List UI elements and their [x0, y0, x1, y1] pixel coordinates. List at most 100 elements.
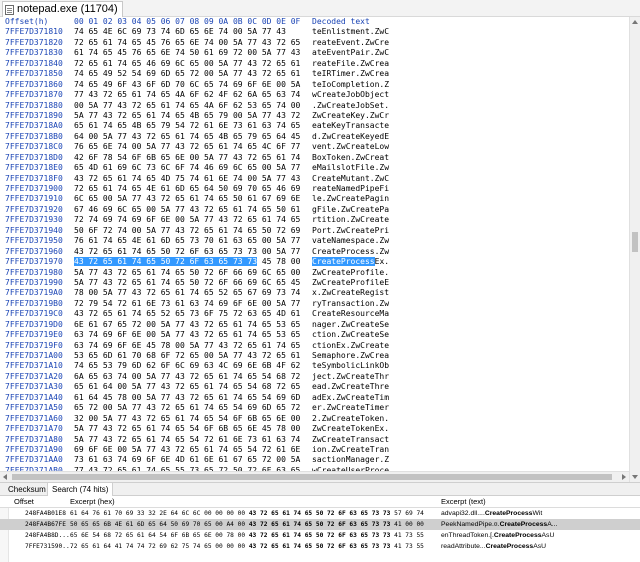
hex-row[interactable]: 7FFE7D371840 72 65 61 74 65 46 69 6C 65 0…: [0, 59, 629, 69]
results-header-excerpt-text[interactable]: Excerpt (text): [441, 496, 486, 508]
search-hit-text-highlight[interactable]: CreateProcess: [312, 257, 375, 267]
row-hex-bytes[interactable]: 6C 65 00 5A 77 43 72 65 61 74 65 50 61 6…: [74, 194, 300, 204]
row-decoded-text[interactable]: le.ZwCreatePagin: [312, 194, 389, 204]
row-decoded-text[interactable]: ead.ZwCreateThre: [312, 382, 389, 392]
hex-row[interactable]: 7FFE7D3718F0 43 72 65 61 74 65 4D 75 74 6…: [0, 174, 629, 184]
row-decoded-text[interactable]: ZwCreateTransact: [312, 435, 389, 445]
row-decoded-text[interactable]: er.ZwCreateTimer: [312, 403, 389, 413]
row-decoded-text[interactable]: x.ZwCreateRegist: [312, 288, 389, 298]
row-hex-bytes[interactable]: 77 43 72 65 61 74 65 4A 6F 62 4F 62 6A 6…: [74, 90, 300, 100]
row-hex-bytes[interactable]: 6A 65 63 74 00 5A 77 43 72 65 61 74 65 5…: [74, 372, 300, 382]
row-hex-bytes[interactable]: 5A 77 43 72 65 61 74 65 50 72 6F 66 69 6…: [74, 278, 300, 288]
hex-row[interactable]: 7FFE7D3719F0 63 74 69 6F 6E 45 78 00 5A 7…: [0, 341, 629, 351]
vertical-scroll-thumb[interactable]: [632, 232, 638, 252]
row-hex-bytes[interactable]: 43 72 65 61 74 65 50 72 6F 63 65 73 73 0…: [74, 247, 300, 257]
hex-row[interactable]: 7FFE7D371A60 32 00 5A 77 43 72 65 61 74 6…: [0, 414, 629, 424]
row-hex-bytes[interactable]: 69 6F 6E 00 5A 77 43 72 65 61 74 65 54 7…: [74, 445, 300, 455]
row-decoded-text[interactable]: teIoCompletion.Z: [312, 80, 389, 90]
hex-row[interactable]: 7FFE7D371A00 53 65 6D 61 70 68 6F 72 65 0…: [0, 351, 629, 361]
hex-row[interactable]: 7FFE7D371A50 65 72 00 5A 77 43 72 65 61 7…: [0, 403, 629, 413]
hex-row[interactable]: 7FFE7D3718C0 76 65 6E 74 00 5A 77 43 72 6…: [0, 142, 629, 152]
row-hex-bytes[interactable]: 78 00 5A 77 43 72 65 61 74 65 52 65 67 6…: [74, 288, 300, 298]
hex-row[interactable]: 7FFE7D371AA0 73 61 63 74 69 6F 6E 4D 61 6…: [0, 455, 629, 465]
hex-row[interactable]: 7FFE7D3718B0 64 00 5A 77 43 72 65 61 74 6…: [0, 132, 629, 142]
hex-row[interactable]: 7FFE7D371820 72 65 61 74 65 45 76 65 6E 7…: [0, 38, 629, 48]
scroll-right-arrow-icon[interactable]: [622, 474, 626, 480]
row-decoded-text[interactable]: .ZwCreateJobSet.: [312, 101, 389, 111]
row-decoded-text[interactable]: Semaphore.ZwCrea: [312, 351, 389, 361]
row-decoded-text[interactable]: ZwCreateProfileE: [312, 278, 389, 288]
row-hex-bytes[interactable]: 5A 77 43 72 65 61 74 65 54 6F 6B 65 6E 4…: [74, 424, 300, 434]
hex-row[interactable]: 7FFE7D371960 43 72 65 61 74 65 50 72 6F 6…: [0, 247, 629, 257]
hex-row[interactable]: 7FFE7D3718E0 65 4D 61 69 6C 73 6C 6F 74 4…: [0, 163, 629, 173]
hex-row[interactable]: 7FFE7D371870 77 43 72 65 61 74 65 4A 6F 6…: [0, 90, 629, 100]
row-decoded-text[interactable]: ZwCreateTokenEx.: [312, 424, 389, 434]
hex-row[interactable]: 7FFE7D3719D0 6E 61 67 65 72 00 5A 77 43 7…: [0, 320, 629, 330]
search-hit-hex-highlight[interactable]: 43 72 65 61 74 65 50 72 6F 63 65 73 73: [74, 257, 258, 267]
row-hex-bytes[interactable]: 43 72 65 61 74 65 50 72 6F 63 65 73 73 4…: [74, 257, 300, 267]
row-decoded-text[interactable]: ryTransaction.Zw: [312, 299, 389, 309]
hex-row[interactable]: 7FFE7D371A90 69 6F 6E 00 5A 77 43 72 65 6…: [0, 445, 629, 455]
hex-row[interactable]: 7FFE7D371850 74 65 49 52 54 69 6D 65 72 0…: [0, 69, 629, 79]
search-result-row[interactable]: 7FFE731590... 72 65 61 64 41 74 74 72 69 …: [0, 541, 640, 552]
hex-row[interactable]: 7FFE7D3719C0 43 72 65 61 74 65 52 65 73 6…: [0, 309, 629, 319]
row-decoded-text[interactable]: ctionEx.ZwCreate: [312, 341, 389, 351]
row-decoded-text[interactable]: reateFile.ZwCrea: [312, 59, 389, 69]
row-hex-bytes[interactable]: 64 00 5A 77 43 72 65 61 74 65 4B 65 79 6…: [74, 132, 300, 142]
row-hex-bytes[interactable]: 74 65 49 52 54 69 6D 65 72 00 5A 77 43 7…: [74, 69, 300, 79]
row-decoded-text[interactable]: ZwCreateKey.ZwCr: [312, 111, 389, 121]
row-decoded-text[interactable]: ZwCreateProfile.: [312, 268, 389, 278]
hex-row[interactable]: 7FFE7D371950 76 61 74 65 4E 61 6D 65 73 7…: [0, 236, 629, 246]
row-decoded-text[interactable]: CreateMutant.ZwC: [312, 174, 389, 184]
vertical-scrollbar[interactable]: [629, 17, 640, 482]
hex-row[interactable]: 7FFE7D371810 74 65 4E 6C 69 73 74 6D 65 6…: [0, 27, 629, 37]
row-hex-bytes[interactable]: 72 65 61 74 65 45 76 65 6E 74 00 5A 77 4…: [74, 38, 300, 48]
row-hex-bytes[interactable]: 65 61 64 00 5A 77 43 72 65 61 74 65 54 6…: [74, 382, 300, 392]
results-header-offset[interactable]: Offset: [14, 496, 34, 508]
row-decoded-text[interactable]: reateNamedPipeFi: [312, 184, 389, 194]
tab-search[interactable]: Search (74 hits): [47, 483, 114, 496]
row-decoded-text[interactable]: adEx.ZwCreateTim: [312, 393, 389, 403]
row-decoded-text[interactable]: eMailslotFile.Zw: [312, 163, 389, 173]
row-decoded-text[interactable]: vent.ZwCreateLow: [312, 142, 389, 152]
row-hex-bytes[interactable]: 5A 77 43 72 65 61 74 65 54 72 61 6E 73 6…: [74, 435, 300, 445]
row-hex-bytes[interactable]: 61 74 65 45 76 65 6E 74 50 61 69 72 00 5…: [74, 48, 300, 58]
row-hex-bytes[interactable]: 43 72 65 61 74 65 52 65 73 6F 75 72 63 6…: [74, 309, 300, 319]
row-hex-bytes[interactable]: 65 4D 61 69 6C 73 6C 6F 74 46 69 6C 65 0…: [74, 163, 300, 173]
row-hex-bytes[interactable]: 6E 61 67 65 72 00 5A 77 43 72 65 61 74 6…: [74, 320, 300, 330]
row-hex-bytes[interactable]: 72 74 69 74 69 6F 6E 00 5A 77 43 72 65 6…: [74, 215, 300, 225]
hex-editor-view[interactable]: Offset(h) 00 01 02 03 04 05 06 07 08 09 …: [0, 17, 629, 482]
row-decoded-text[interactable]: vateNamespace.Zw: [312, 236, 389, 246]
hex-row[interactable]: 7FFE7D371A70 5A 77 43 72 65 61 74 65 54 6…: [0, 424, 629, 434]
search-result-row[interactable]: 248FA4B67FE 50 65 65 6B 4E 61 6D 65 64 50…: [0, 519, 640, 530]
hex-row[interactable]: 7FFE7D371860 74 65 49 6F 43 6F 6D 70 6C 6…: [0, 80, 629, 90]
row-hex-bytes[interactable]: 50 6F 72 74 00 5A 77 43 72 65 61 74 65 5…: [74, 226, 300, 236]
row-hex-bytes[interactable]: 67 46 69 6C 65 00 5A 77 43 72 65 61 74 6…: [74, 205, 300, 215]
row-hex-bytes[interactable]: 32 00 5A 77 43 72 65 61 74 65 54 6F 6B 6…: [74, 414, 300, 424]
row-decoded-text[interactable]: ction.ZwCreateSe: [312, 330, 389, 340]
hex-row[interactable]: 7FFE7D3719B0 72 79 54 72 61 6E 73 61 63 7…: [0, 299, 629, 309]
row-decoded-text[interactable]: wCreateJobObject: [312, 90, 389, 100]
horizontal-scroll-thumb[interactable]: [12, 474, 612, 480]
hex-row[interactable]: 7FFE7D371930 72 74 69 74 69 6F 6E 00 5A 7…: [0, 215, 629, 225]
row-hex-bytes[interactable]: 65 61 74 65 4B 65 79 54 72 61 6E 73 61 6…: [74, 121, 300, 131]
row-decoded-text[interactable]: teIRTimer.ZwCrea: [312, 69, 389, 79]
row-hex-bytes[interactable]: 74 65 53 79 6D 62 6F 6C 69 63 4C 69 6E 6…: [74, 361, 300, 371]
row-hex-bytes[interactable]: 74 65 4E 6C 69 73 74 6D 65 6E 74 00 5A 7…: [74, 27, 286, 37]
row-decoded-text[interactable]: d.ZwCreateKeyedE: [312, 132, 389, 142]
row-hex-bytes[interactable]: 5A 77 43 72 65 61 74 65 50 72 6F 66 69 6…: [74, 268, 300, 278]
hex-row[interactable]: 7FFE7D371830 61 74 65 45 76 65 6E 74 50 6…: [0, 48, 629, 58]
scroll-left-arrow-icon[interactable]: [3, 474, 7, 480]
row-decoded-text[interactable]: ateEventPair.ZwC: [312, 48, 389, 58]
row-decoded-text[interactable]: Port.ZwCreatePri: [312, 226, 389, 236]
row-hex-bytes[interactable]: 76 61 74 65 4E 61 6D 65 73 70 61 63 65 0…: [74, 236, 300, 246]
hex-row[interactable]: 7FFE7D371A20 6A 65 63 74 00 5A 77 43 72 6…: [0, 372, 629, 382]
hex-row[interactable]: 7FFE7D371980 5A 77 43 72 65 61 74 65 50 7…: [0, 268, 629, 278]
row-decoded-text[interactable]: sactionManager.Z: [312, 455, 389, 465]
hex-row[interactable]: 7FFE7D371A10 74 65 53 79 6D 62 6F 6C 69 6…: [0, 361, 629, 371]
search-result-row[interactable]: 248FA4B01E8 61 64 76 61 70 69 33 32 2E 64…: [0, 508, 640, 519]
row-hex-bytes[interactable]: 72 65 61 74 65 46 69 6C 65 00 5A 77 43 7…: [74, 59, 300, 69]
row-decoded-text[interactable]: CreateProcessEx.: [312, 257, 389, 267]
hex-row[interactable]: 7FFE7D371900 72 65 61 74 65 4E 61 6D 65 6…: [0, 184, 629, 194]
row-hex-bytes[interactable]: 65 72 00 5A 77 43 72 65 61 74 65 54 69 6…: [74, 403, 300, 413]
